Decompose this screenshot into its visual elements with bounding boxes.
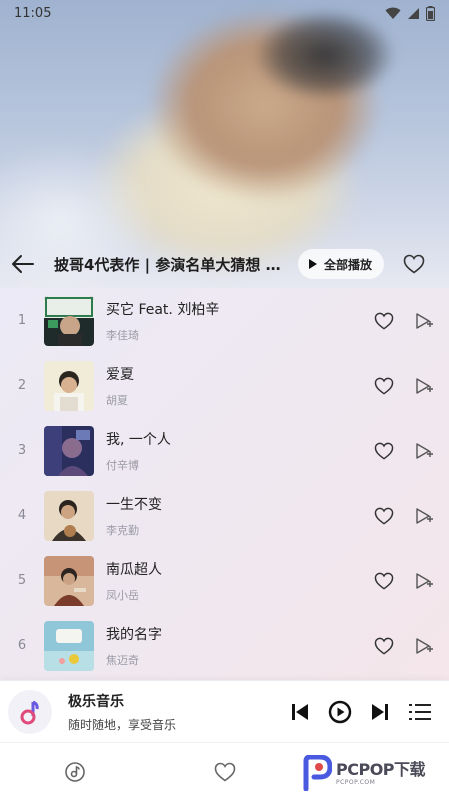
wifi-icon — [385, 7, 401, 19]
song-info: 一生不变 李克勤 — [106, 494, 336, 538]
song-artist: 凤小岳 — [106, 588, 139, 602]
song-cover — [44, 425, 94, 476]
song-row[interactable]: 4 一生不变 李克勤 — [0, 483, 449, 548]
like-song-button[interactable] — [372, 439, 396, 463]
song-cover — [44, 490, 94, 541]
watermark-logo-icon — [303, 755, 332, 791]
add-to-queue-button[interactable] — [412, 634, 436, 658]
favorite-playlist-button[interactable] — [394, 244, 434, 284]
like-song-button[interactable] — [372, 569, 396, 593]
song-info: 我, 一个人 付辛博 — [106, 429, 336, 473]
song-index: 4 — [17, 508, 27, 523]
add-to-playlist-icon — [416, 312, 433, 329]
song-title: 买它 Feat. 刘柏辛 — [106, 301, 220, 318]
music-note-icon — [20, 700, 39, 724]
add-to-queue-button[interactable] — [412, 504, 436, 528]
song-cover — [44, 295, 94, 346]
play-pause-button[interactable] — [326, 698, 354, 726]
song-title: 南瓜超人 — [106, 561, 162, 578]
signal-icon — [408, 7, 419, 19]
watermark-subtext: PCPOP.COM — [336, 778, 376, 786]
skip-next-icon — [372, 704, 388, 720]
song-index: 5 — [17, 573, 27, 588]
add-to-queue-button[interactable] — [412, 439, 436, 463]
song-info: 爱夏 胡夏 — [106, 364, 336, 408]
add-to-playlist-icon — [416, 572, 433, 589]
mini-player[interactable]: 极乐音乐 随时随地，享受音乐 — [0, 680, 449, 742]
song-cover — [44, 620, 94, 671]
status-time: 11:05 — [14, 5, 52, 21]
song-artist: 李克勤 — [106, 523, 139, 537]
like-song-button[interactable] — [372, 504, 396, 528]
status-icons — [385, 5, 435, 21]
play-all-label: 全部播放 — [324, 257, 373, 272]
music-disc-icon — [65, 762, 85, 782]
add-to-queue-button[interactable] — [412, 374, 436, 398]
play-circle-icon — [328, 700, 352, 724]
like-song-button[interactable] — [372, 374, 396, 398]
song-artist: 付辛博 — [106, 458, 139, 472]
nav-music[interactable] — [62, 759, 88, 785]
song-row[interactable]: 5 南瓜超人 凤小岳 — [0, 548, 449, 613]
site-watermark: PCPOP下载 PCPOP.COM — [300, 748, 445, 798]
back-arrow-icon — [12, 255, 34, 273]
heart-icon — [214, 762, 236, 782]
song-cover — [44, 360, 94, 411]
song-row[interactable]: 6 我的名字 焦迈奇 — [0, 613, 449, 678]
playlist-header: 披哥4代表作 | 参演名单大猜想 … 全部播放 — [0, 240, 449, 288]
back-button[interactable] — [0, 241, 46, 287]
nav-favorites[interactable] — [212, 759, 238, 785]
heart-icon — [374, 377, 394, 395]
heart-icon — [374, 442, 394, 460]
like-song-button[interactable] — [372, 634, 396, 658]
song-row[interactable]: 1 买它 Feat. 刘柏辛 李佳琦 — [0, 288, 449, 353]
song-title: 爱夏 — [106, 366, 134, 383]
song-title: 我的名字 — [106, 626, 162, 643]
song-index: 6 — [17, 638, 27, 653]
heart-icon — [374, 312, 394, 330]
song-row[interactable]: 2 爱夏 胡夏 — [0, 353, 449, 418]
song-title: 一生不变 — [106, 496, 162, 513]
song-index: 3 — [17, 443, 27, 458]
song-info: 买它 Feat. 刘柏辛 李佳琦 — [106, 299, 336, 343]
song-list: 1 买它 Feat. 刘柏辛 李佳琦 2 爱夏 胡夏 3 我, 一个人 付辛博 … — [0, 288, 449, 680]
app-logo — [8, 689, 52, 734]
player-title: 极乐音乐 — [68, 693, 124, 710]
player-subtitle: 随时随地，享受音乐 — [68, 717, 177, 732]
skip-previous-icon — [292, 704, 308, 720]
song-info: 我的名字 焦迈奇 — [106, 624, 336, 668]
add-to-playlist-icon — [416, 442, 433, 459]
song-row[interactable]: 3 我, 一个人 付辛博 — [0, 418, 449, 483]
heart-icon — [374, 572, 394, 590]
player-info: 极乐音乐 随时随地，享受音乐 — [68, 691, 258, 733]
add-to-playlist-icon — [416, 507, 433, 524]
song-index: 1 — [17, 313, 27, 328]
watermark-text: PCPOP下载 — [336, 759, 426, 779]
heart-icon — [403, 254, 425, 274]
battery-icon — [426, 5, 435, 21]
playlist-title: 披哥4代表作 | 参演名单大猜想 … — [54, 255, 281, 274]
add-to-playlist-icon — [416, 637, 433, 654]
song-index: 2 — [17, 378, 27, 393]
song-artist: 李佳琦 — [106, 328, 139, 342]
play-icon — [309, 259, 317, 269]
next-button[interactable] — [366, 698, 394, 726]
add-to-queue-button[interactable] — [412, 569, 436, 593]
song-artist: 焦迈奇 — [106, 653, 139, 667]
add-to-playlist-icon — [416, 377, 433, 394]
previous-button[interactable] — [286, 698, 314, 726]
add-to-queue-button[interactable] — [412, 309, 436, 333]
heart-icon — [374, 637, 394, 655]
playlist-queue-button[interactable] — [406, 698, 434, 726]
heart-icon — [374, 507, 394, 525]
song-info: 南瓜超人 凤小岳 — [106, 559, 336, 603]
song-artist: 胡夏 — [106, 393, 128, 407]
song-title: 我, 一个人 — [106, 431, 171, 448]
like-song-button[interactable] — [372, 309, 396, 333]
play-all-button[interactable]: 全部播放 — [298, 249, 385, 279]
list-icon — [409, 704, 431, 720]
status-bar: 11:05 — [0, 0, 449, 26]
song-cover — [44, 555, 94, 606]
